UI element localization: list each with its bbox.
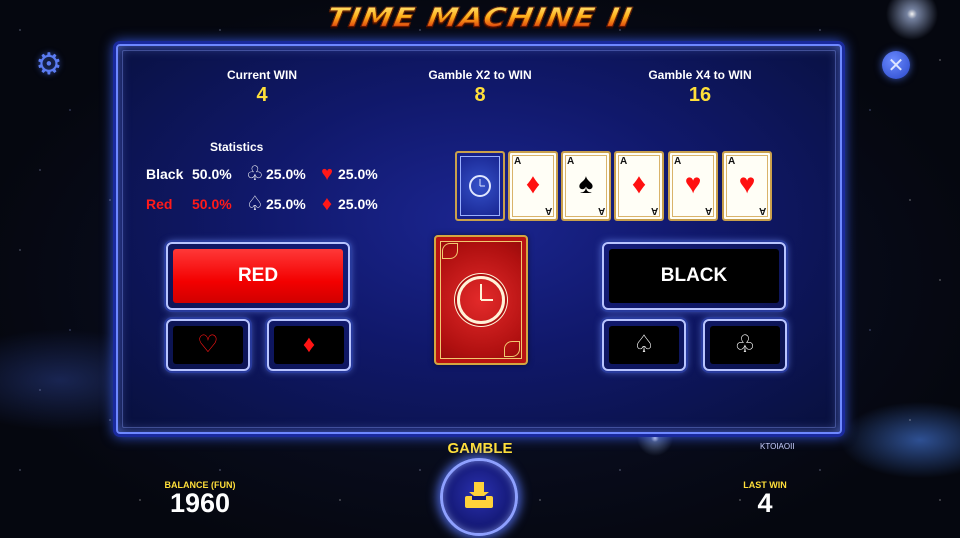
history-card: A ♦ A	[614, 151, 664, 221]
history-card: A ♦ A	[508, 151, 558, 221]
diamond-icon: ♦	[302, 331, 316, 358]
gamble-panel: Current WIN 4 Gamble X2 to WIN 8 Gamble …	[116, 44, 842, 434]
gamble-label: GAMBLE	[447, 440, 513, 457]
hearts-icon: ♥	[321, 163, 333, 185]
diamonds-button[interactable]: ♦	[267, 319, 351, 371]
card-rank: A	[704, 205, 712, 216]
card-rank: A	[514, 156, 522, 167]
heart-icon: ♥	[684, 168, 702, 199]
current-win-value: 4	[256, 84, 268, 106]
card-ornament	[442, 243, 458, 259]
heart-outline-icon: ♡	[197, 331, 219, 358]
stat-label: Red	[146, 196, 173, 212]
diamonds-icon: ♦	[321, 193, 333, 215]
gamble-x4-value: 16	[688, 84, 712, 106]
card-ornament	[504, 341, 520, 357]
stat-pct: 50.0%	[192, 166, 232, 182]
game-logo: TIME MACHINE II	[0, 0, 960, 40]
balance-value: 1960	[169, 488, 231, 518]
spade-outline-icon: ♤	[633, 331, 655, 358]
face-down-card	[434, 235, 528, 365]
gamble-x4-label: Gamble X4 to WIN	[648, 68, 752, 82]
card-rank: A	[650, 205, 658, 216]
stat-row-red: Red 50.0% ♤ 25.0% ♦ 25.0%	[146, 193, 388, 215]
close-icon[interactable]: ✕	[882, 51, 910, 79]
card-rank: A	[674, 156, 682, 167]
hearts-button[interactable]: ♡	[166, 319, 250, 371]
diamond-icon: ♦	[525, 168, 541, 199]
red-button-label: RED	[237, 265, 279, 286]
card-rank: A	[597, 205, 605, 216]
history-card: A ♠ A	[561, 151, 611, 221]
clubs-icon: ♧	[246, 163, 264, 185]
black-button-label: BLACK	[660, 265, 728, 286]
gamble-x2-value: 8	[474, 84, 486, 106]
clock-icon	[457, 276, 505, 324]
gamble-button[interactable]	[440, 458, 518, 536]
spades-icon: ♤	[246, 193, 264, 215]
stat-suit-pct: 25.0%	[266, 166, 306, 182]
spades-button[interactable]: ♤	[602, 319, 686, 371]
current-win-label: Current WIN	[227, 68, 297, 82]
clock-icon	[469, 175, 491, 197]
last-win-value: 4	[757, 488, 773, 518]
stat-row-black: Black 50.0% ♧ 25.0% ♥ 25.0%	[146, 163, 388, 185]
red-button[interactable]: RED	[166, 242, 350, 310]
stat-suit-pct: 25.0%	[338, 166, 378, 182]
gamble-x2-label: Gamble X2 to WIN	[428, 68, 532, 82]
card-rank: A	[728, 156, 736, 167]
stat-suit-pct: 25.0%	[338, 196, 378, 212]
spade-icon: ♠	[578, 168, 594, 199]
history-card: A ♥ A	[668, 151, 718, 221]
clubs-button[interactable]: ♧	[703, 319, 787, 371]
diamond-icon: ♦	[631, 168, 647, 199]
history-card-back	[455, 151, 505, 221]
collect-tray-icon	[465, 482, 493, 508]
gear-icon[interactable]: ⚙	[34, 50, 64, 80]
stat-suit-pct: 25.0%	[266, 196, 306, 212]
history-card: A ♥ A	[722, 151, 772, 221]
stat-label: Black	[146, 166, 184, 182]
version-text: KTOIAOII	[760, 442, 795, 451]
card-rank: A	[544, 205, 552, 216]
stat-pct: 50.0%	[192, 196, 232, 212]
heart-icon: ♥	[738, 168, 756, 199]
card-rank: A	[620, 156, 628, 167]
statistics-title: Statistics	[210, 140, 264, 154]
black-button[interactable]: BLACK	[602, 242, 786, 310]
card-rank: A	[758, 205, 766, 216]
card-rank: A	[567, 156, 575, 167]
game-title: TIME MACHINE II	[324, 2, 636, 34]
club-outline-icon: ♧	[734, 331, 756, 358]
